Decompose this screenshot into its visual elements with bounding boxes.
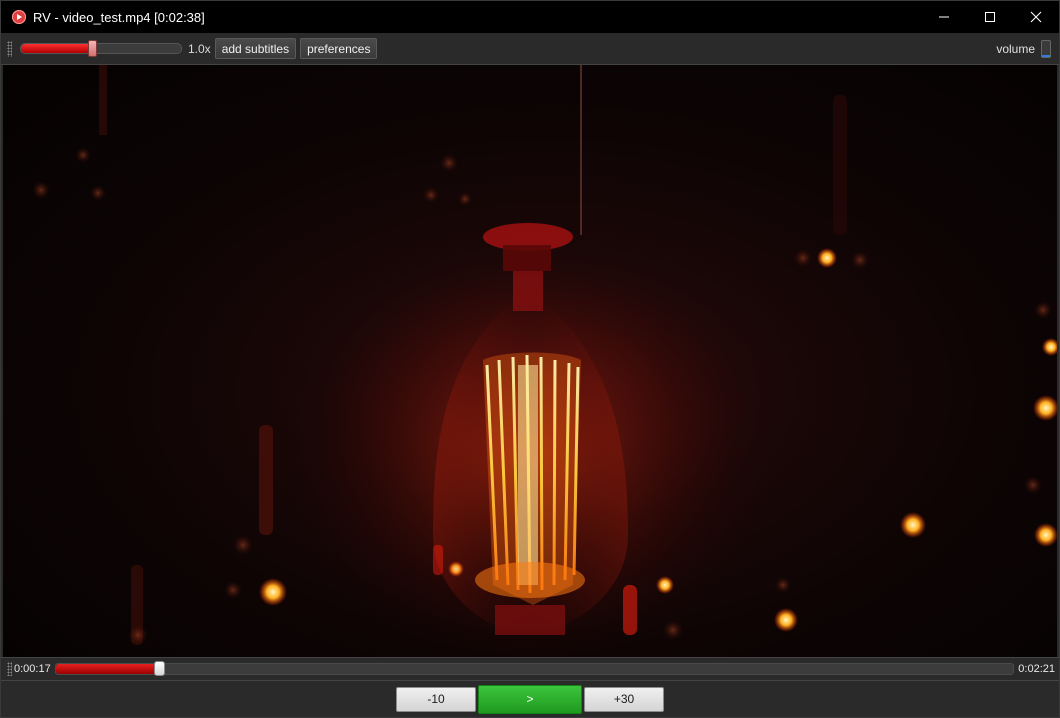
close-button[interactable]: [1013, 1, 1059, 33]
volume-control: volume: [996, 33, 1055, 64]
preferences-button[interactable]: preferences: [300, 38, 378, 59]
close-icon: [1030, 11, 1042, 23]
video-frame-image: [32, 65, 1057, 657]
add-subtitles-button[interactable]: add subtitles: [214, 38, 297, 59]
volume-label: volume: [996, 41, 1035, 56]
window-controls: [921, 1, 1059, 33]
rv-app-icon: [12, 10, 26, 24]
app-window: RV - video_test.mp4 [0:02:38] 1.0x add s…: [0, 0, 1060, 718]
speed-slider[interactable]: [20, 40, 182, 57]
seek-slider[interactable]: [54, 661, 1015, 676]
speed-slider-fill: [21, 44, 92, 53]
seek-slider-handle[interactable]: [153, 661, 165, 676]
maximize-icon: [985, 12, 995, 22]
window-title: RV - video_test.mp4 [0:02:38]: [33, 9, 205, 25]
skip-back-button[interactable]: -10: [396, 686, 476, 712]
top-toolbar: 1.0x add subtitles preferences volume: [1, 33, 1059, 65]
minimize-button[interactable]: [921, 1, 967, 33]
minimize-icon: [939, 16, 949, 18]
volume-slider-fill: [1042, 54, 1050, 57]
current-time: 0:00:17: [14, 663, 51, 675]
play-button[interactable]: >: [478, 684, 582, 714]
maximize-button[interactable]: [967, 1, 1013, 33]
video-frame[interactable]: [3, 65, 1057, 657]
seek-slider-fill: [55, 664, 159, 674]
speed-slider-handle[interactable]: [88, 40, 98, 57]
skip-forward-button[interactable]: +30: [584, 686, 664, 712]
title-bar: RV - video_test.mp4 [0:02:38]: [1, 1, 1059, 33]
remaining-time: 0:02:21: [1018, 663, 1055, 675]
playback-controls: -10 > +30: [1, 681, 1059, 717]
volume-slider[interactable]: [1041, 39, 1051, 58]
speed-value: 1.0x: [188, 41, 211, 56]
seek-bar-row: 0:00:17 0:02:21: [1, 657, 1059, 681]
toolbar-grip-handle[interactable]: [7, 40, 12, 57]
seekbar-grip-handle[interactable]: [7, 662, 12, 676]
